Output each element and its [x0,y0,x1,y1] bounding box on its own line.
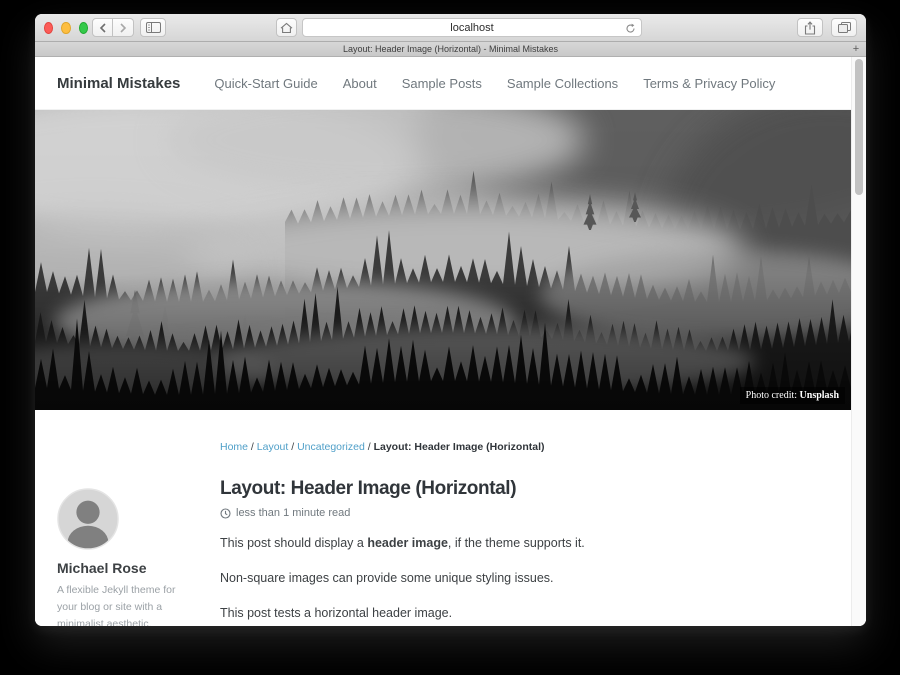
site-title[interactable]: Minimal Mistakes [57,75,180,92]
browser-window: localhost Layout: Header Image (Horizont… [35,14,866,626]
read-time-text: less than 1 minute read [236,507,350,519]
browser-toolbar: localhost [35,14,866,42]
breadcrumb-link[interactable]: Uncategorized [297,441,365,453]
breadcrumb-separator: / [365,441,374,453]
header-image: Photo credit: Unsplash [35,110,851,410]
tabs-overview-icon [838,22,851,33]
chevron-right-icon [119,23,127,33]
show-all-tabs-button[interactable] [831,18,857,37]
nav-item[interactable]: Sample Collections [507,76,618,91]
masthead: Minimal Mistakes Quick-Start Guide About S… [35,57,851,110]
avatar [57,488,119,550]
home-icon [280,22,293,34]
article: Home / Layout / Uncategorized / Layout: … [207,441,843,626]
address-bar[interactable]: localhost [302,18,642,37]
forward-button[interactable] [113,18,134,37]
back-button[interactable] [92,18,113,37]
breadcrumb-link[interactable]: Home [220,441,248,453]
sidebar-toggle-button[interactable] [140,18,166,37]
share-icon [804,21,816,35]
nav-item[interactable]: Terms & Privacy Policy [643,76,775,91]
history-nav-group [92,18,134,37]
masthead-nav: Quick-Start Guide About Sample Posts Sample… [214,76,775,91]
nav-item[interactable]: Sample Posts [402,76,482,91]
nav-item[interactable]: Quick-Start Guide [214,76,317,91]
breadcrumb: Home / Layout / Uncategorized / Layout: … [220,441,843,453]
post-content: This post should display a header image,… [220,534,843,622]
reload-icon[interactable] [625,23,636,34]
photo-credit-link[interactable]: Unsplash [800,390,839,401]
new-tab-button[interactable]: + [848,42,864,56]
author-bio: A flexible Jekyll theme for your blog or… [57,582,189,626]
breadcrumb-separator: / [288,441,297,453]
minimize-window-button[interactable] [61,22,70,34]
scrollbar-track[interactable] [851,57,866,626]
breadcrumb-current: Layout: Header Image (Horizontal) [374,441,545,453]
active-tab[interactable]: Layout: Header Image (Horizontal) - Mini… [343,44,558,54]
zoom-window-button[interactable] [79,22,88,34]
home-button[interactable] [276,18,297,37]
author-sidebar: Michael Rose A flexible Jekyll theme for… [57,441,207,626]
url-text: localhost [450,22,493,34]
author-name: Michael Rose [57,560,207,576]
nav-item[interactable]: About [343,76,377,91]
tab-bar: Layout: Header Image (Horizontal) - Mini… [35,42,866,57]
breadcrumb-link[interactable]: Layout [257,441,289,453]
clock-icon [220,508,231,519]
breadcrumb-separator: / [248,441,257,453]
chevron-left-icon [99,23,107,33]
post-paragraph: Non-square images can provide some uniqu… [220,569,843,587]
post-paragraph: This post tests a horizontal header imag… [220,604,843,622]
post-paragraph: This post should display a header image,… [220,534,843,552]
page-body: Michael Rose A flexible Jekyll theme for… [35,410,851,626]
window-controls [44,22,88,34]
page-title: Layout: Header Image (Horizontal) [220,478,843,500]
share-button[interactable] [797,18,823,37]
page-viewport: Minimal Mistakes Quick-Start Guide About S… [35,57,866,626]
read-time: less than 1 minute read [220,507,843,519]
scrollbar-thumb[interactable] [855,59,863,195]
foggy-forest-image [35,110,851,410]
sidebar-icon [146,22,161,33]
photo-credit: Photo credit: Unsplash [740,387,845,404]
close-window-button[interactable] [44,22,53,34]
photo-credit-label: Photo credit: [746,390,797,401]
